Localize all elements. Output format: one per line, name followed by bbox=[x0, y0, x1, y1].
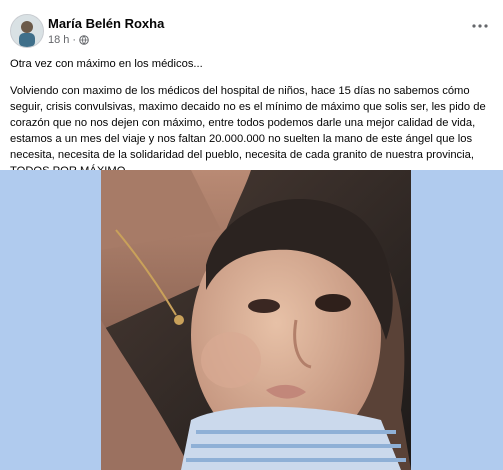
body-line: corazón que no nos dejen con máximo, ent… bbox=[10, 117, 476, 129]
author-name[interactable]: María Belén Roxha bbox=[48, 16, 164, 31]
body-line: Volviendo con maximo de los médicos del … bbox=[10, 85, 470, 97]
post-media[interactable] bbox=[0, 170, 503, 470]
post-body: Volviendo con maximo de los médicos del … bbox=[10, 83, 493, 179]
body-line: seguir, crisis convulsivas, maximo decai… bbox=[10, 101, 486, 113]
body-line: necesita, necesita de la solidaridad del… bbox=[10, 149, 474, 161]
post-title: Otra vez con máximo en los médicos... bbox=[10, 58, 203, 70]
post-meta: 18 h · bbox=[48, 34, 89, 46]
post-header: María Belén Roxha 18 h · bbox=[10, 14, 493, 48]
post-text: Otra vez con máximo en los médicos... Vo… bbox=[10, 56, 493, 179]
baby-photo-illustration bbox=[101, 170, 411, 470]
meta-separator: · bbox=[72, 34, 77, 46]
more-horizontal-icon bbox=[472, 24, 488, 28]
globe-icon bbox=[79, 35, 89, 45]
body-line: estamos a un mes del viaje y nos faltan … bbox=[10, 133, 473, 145]
more-options-button[interactable] bbox=[469, 18, 491, 36]
post-photo[interactable] bbox=[101, 170, 411, 470]
avatar[interactable] bbox=[10, 14, 44, 48]
post-time[interactable]: 18 h bbox=[48, 34, 69, 46]
